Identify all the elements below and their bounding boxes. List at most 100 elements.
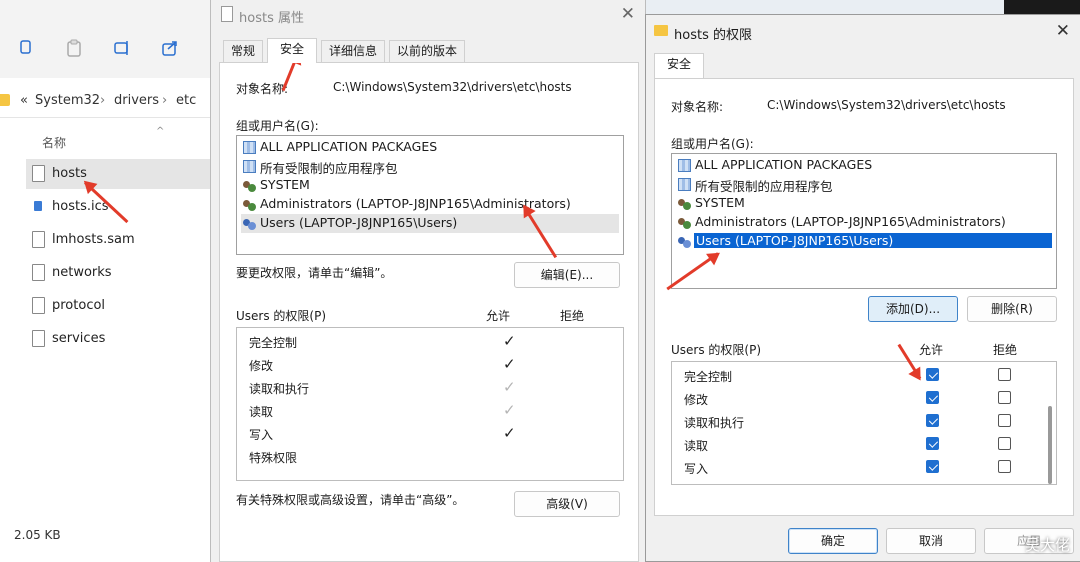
folder-icon: [0, 94, 10, 106]
permissions-list: 完全控制 ✓ 修改 ✓ 读取和执行 ✓ 读取 ✓ 写入 ✓ 特殊权限: [236, 327, 624, 481]
users-group-icon: [243, 198, 256, 211]
ok-button[interactable]: 确定: [788, 528, 878, 554]
file-icon: [32, 264, 45, 281]
rename-icon[interactable]: [112, 38, 132, 58]
advanced-hint: 有关特殊权限或高级设置，请单击“高级”。: [236, 493, 465, 507]
group-item[interactable]: ALL APPLICATION PACKAGES: [241, 138, 619, 157]
allow-checkbox[interactable]: [926, 460, 939, 473]
remove-button[interactable]: 删除(R): [967, 296, 1057, 322]
edit-hint: 要更改权限，请单击“编辑”。: [236, 266, 393, 280]
group-item[interactable]: Administrators (LAPTOP-J8JNP165\Administ…: [676, 213, 1052, 232]
groups-label: 组或用户名(G):: [671, 137, 754, 151]
package-icon: [678, 159, 691, 172]
tab-details[interactable]: 详细信息: [321, 40, 385, 62]
group-item[interactable]: SYSTEM: [676, 194, 1052, 213]
file-icon: [32, 231, 45, 248]
sort-up-icon: ^: [156, 126, 165, 137]
file-row-hosts-ics[interactable]: hosts.ics: [26, 192, 212, 222]
deny-header: 拒绝: [993, 343, 1018, 357]
explorer-toolbar: [0, 0, 212, 78]
breadcrumb-overflow[interactable]: «: [20, 93, 28, 108]
file-row-protocol[interactable]: protocol: [26, 291, 212, 321]
permissions-dialog: hosts 的权限 ✕ 安全 对象名称: C:\Windows\System32…: [645, 14, 1080, 562]
properties-dialog: hosts 属性 ✕ 常规 安全 详细信息 以前的版本 对象名称: C:\Win…: [210, 0, 646, 562]
deny-checkbox[interactable]: [998, 391, 1011, 404]
advanced-button[interactable]: 高级(V): [514, 491, 620, 517]
address-bar[interactable]: « System32 › drivers › etc: [0, 84, 212, 118]
allow-header: 允许: [486, 309, 511, 323]
object-name-value: C:\Windows\System32\drivers\etc\hosts: [767, 98, 1006, 112]
perm-row: 完全控制: [684, 366, 1056, 388]
status-bar: 2.05 KB: [0, 528, 212, 546]
dialog-title: hosts 的权限: [674, 28, 752, 43]
file-row-lmhosts[interactable]: lmhosts.sam: [26, 225, 212, 255]
breadcrumb-system32[interactable]: System32: [35, 93, 100, 108]
folder-icon: [654, 25, 668, 36]
close-icon[interactable]: ✕: [621, 4, 635, 24]
group-item[interactable]: Administrators (LAPTOP-J8JNP165\Administ…: [241, 195, 619, 214]
file-name: services: [52, 331, 106, 346]
title-bar: hosts 的权限 ✕: [646, 15, 1080, 45]
copy-icon[interactable]: [16, 38, 36, 58]
allow-header: 允许: [919, 343, 944, 357]
deny-checkbox[interactable]: [998, 414, 1011, 427]
group-item[interactable]: 所有受限制的应用程序包: [676, 175, 1052, 194]
users-group-icon: [678, 235, 691, 248]
perm-row: 修改 ✓: [249, 355, 516, 373]
scrollbar[interactable]: [1048, 406, 1052, 484]
file-row-networks[interactable]: networks: [26, 258, 212, 288]
group-item[interactable]: SYSTEM: [241, 176, 619, 195]
deny-checkbox[interactable]: [998, 368, 1011, 381]
allow-checkbox[interactable]: [926, 391, 939, 404]
package-icon: [243, 160, 256, 173]
perm-row: 写入: [684, 458, 1056, 480]
group-item-selected[interactable]: Users (LAPTOP-J8JNP165\Users): [241, 214, 619, 233]
groups-label: 组或用户名(G):: [236, 119, 319, 133]
deny-checkbox[interactable]: [998, 460, 1011, 473]
security-panel: 对象名称: C:\Windows\System32\drivers\etc\ho…: [219, 62, 639, 562]
file-icon: [32, 330, 45, 347]
add-button[interactable]: 添加(D)...: [868, 296, 958, 322]
share-icon[interactable]: [160, 38, 180, 58]
cancel-button[interactable]: 取消: [886, 528, 976, 554]
perm-row: 修改: [684, 389, 1056, 411]
close-icon[interactable]: ✕: [1056, 21, 1070, 41]
file-name: hosts: [52, 166, 87, 181]
group-item-selected[interactable]: Users (LAPTOP-J8JNP165\Users): [676, 232, 1052, 251]
paste-icon[interactable]: [64, 38, 84, 58]
deny-checkbox[interactable]: [998, 437, 1011, 450]
breadcrumb-drivers[interactable]: drivers: [114, 93, 159, 108]
allow-checkbox[interactable]: [926, 437, 939, 450]
allow-checkbox[interactable]: [926, 414, 939, 427]
users-group-icon: [243, 179, 256, 192]
column-header-name[interactable]: 名称: [42, 134, 66, 151]
object-name-label: 对象名称:: [236, 82, 289, 96]
allow-checkbox[interactable]: [926, 368, 939, 381]
breadcrumb-etc[interactable]: etc: [176, 93, 196, 108]
security-panel: 对象名称: C:\Windows\System32\drivers\etc\ho…: [654, 78, 1074, 516]
tab-previous-versions[interactable]: 以前的版本: [389, 40, 465, 62]
edit-button[interactable]: 编辑(E)...: [514, 262, 620, 288]
background-window: [1004, 0, 1080, 14]
perm-row: 读取和执行 ✓: [249, 378, 516, 396]
file-name: hosts.ics: [52, 199, 109, 214]
tab-security[interactable]: 安全: [267, 38, 317, 63]
file-row-hosts[interactable]: hosts: [26, 159, 212, 189]
permissions-label: Users 的权限(P): [671, 343, 762, 357]
document-icon: [221, 6, 233, 22]
tab-general[interactable]: 常规: [223, 40, 263, 62]
file-row-services[interactable]: services: [26, 324, 212, 354]
allow-check-icon: ✓: [503, 424, 516, 442]
package-icon: [243, 141, 256, 154]
users-group-icon: [678, 216, 691, 229]
permissions-list: 完全控制 修改 读取和执行 读取 写入: [671, 361, 1057, 485]
calendar-file-icon: [34, 201, 42, 211]
group-item[interactable]: 所有受限制的应用程序包: [241, 157, 619, 176]
inherited-check-icon: ✓: [503, 378, 516, 396]
users-group-icon: [678, 197, 691, 210]
file-icon: [32, 165, 45, 182]
tab-security[interactable]: 安全: [654, 53, 704, 78]
groups-listbox[interactable]: ALL APPLICATION PACKAGES 所有受限制的应用程序包 SYS…: [236, 135, 624, 255]
group-item[interactable]: ALL APPLICATION PACKAGES: [676, 156, 1052, 175]
groups-listbox[interactable]: ALL APPLICATION PACKAGES 所有受限制的应用程序包 SYS…: [671, 153, 1057, 289]
